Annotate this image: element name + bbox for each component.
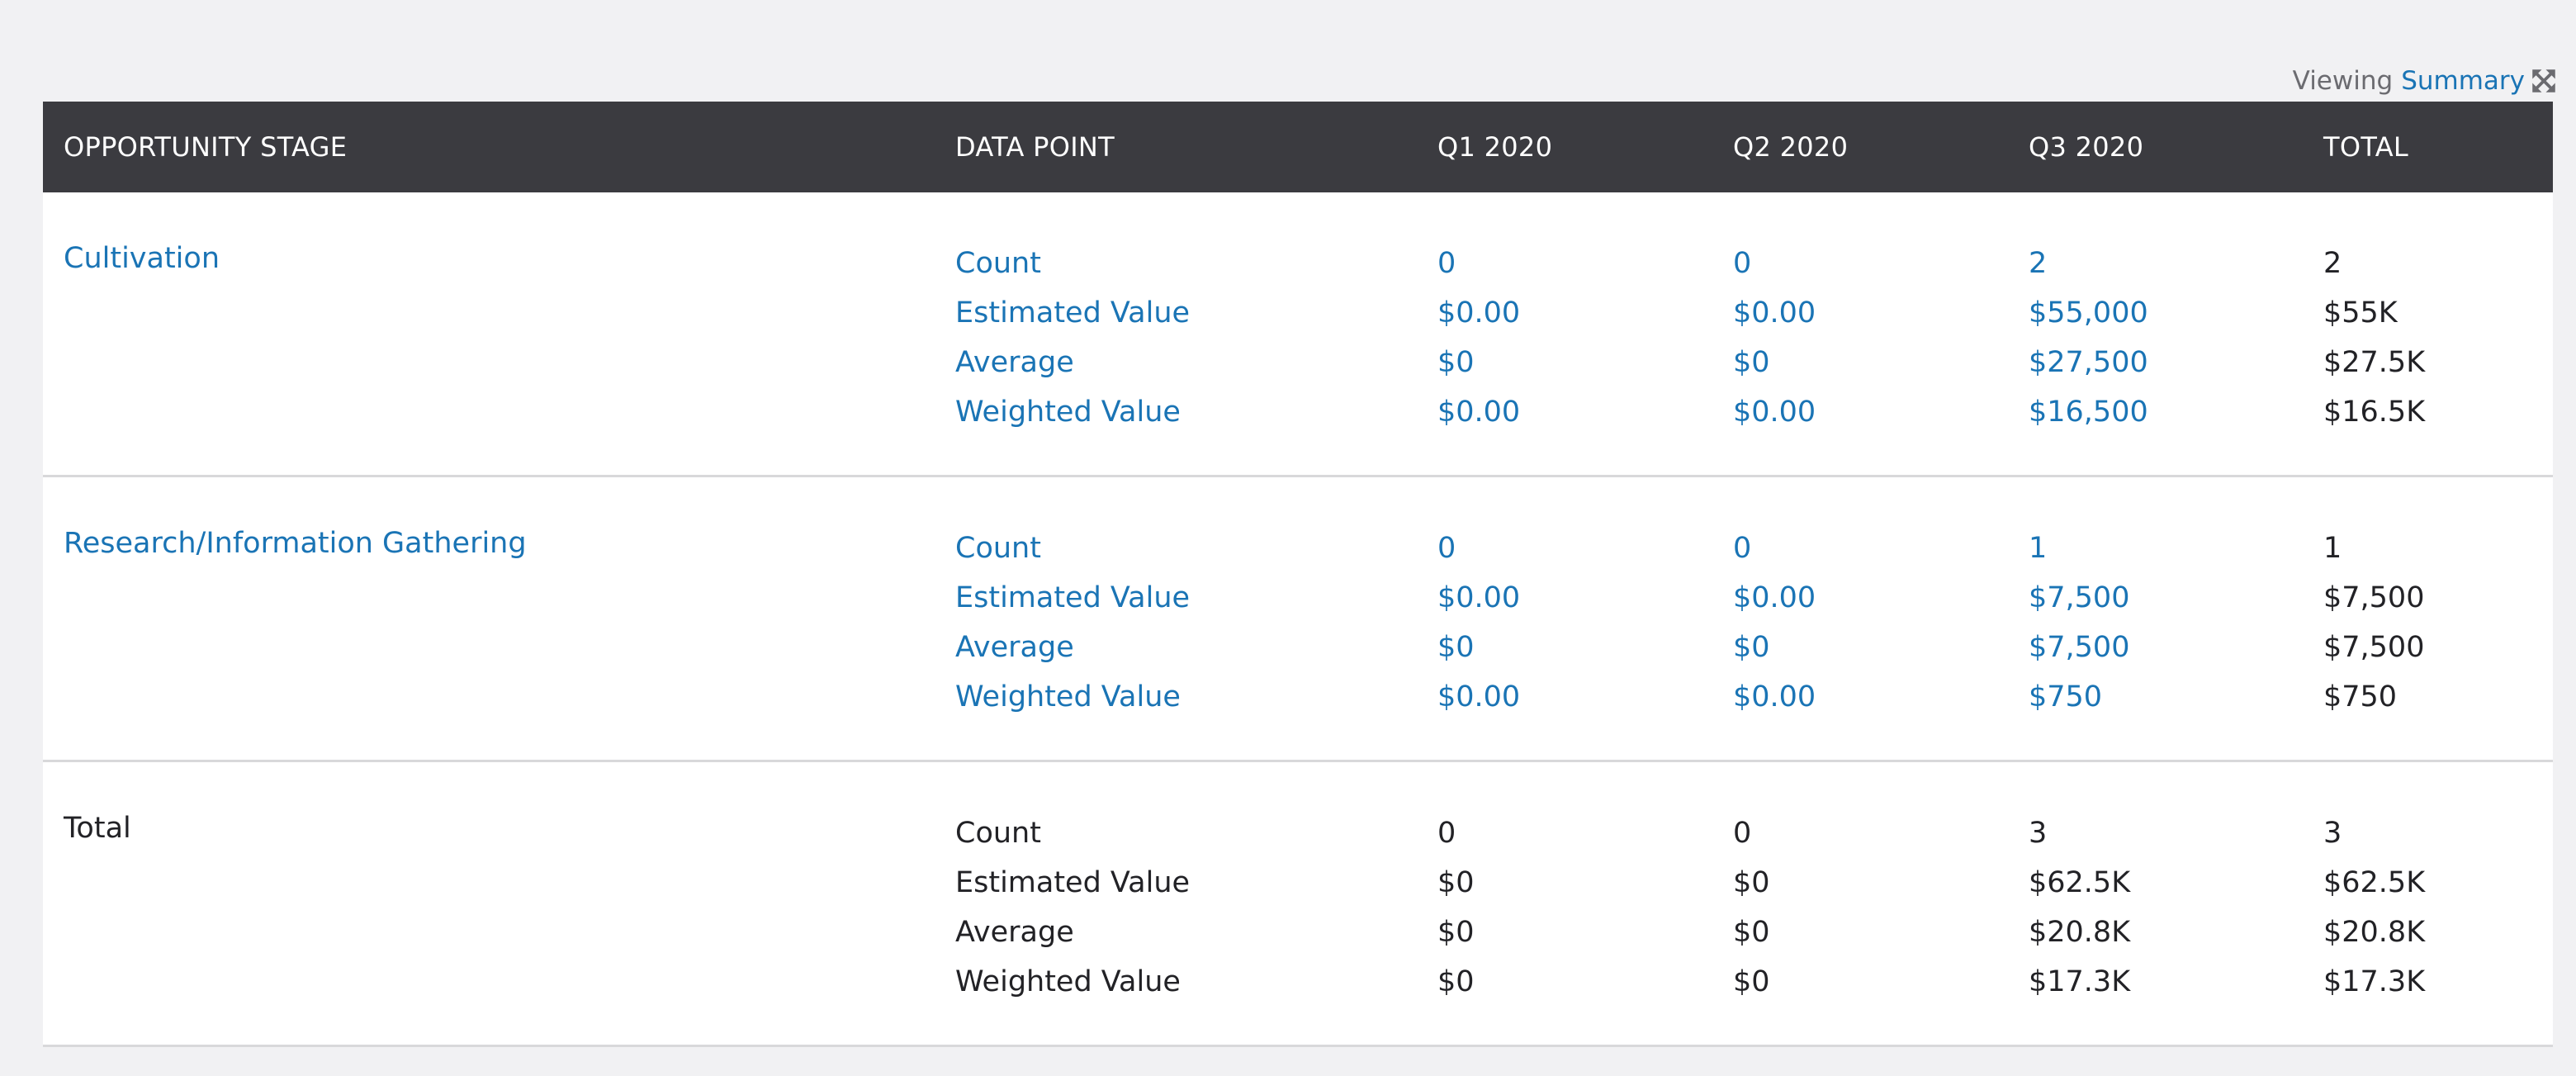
table-cell[interactable]: 1	[2029, 524, 2129, 573]
total-values: 3 $62.5K $20.8K $17.3K	[2323, 808, 2425, 1007]
viewing-toggle: Viewing Summary	[2293, 64, 2556, 97]
col-header-total[interactable]: TOTAL	[2323, 131, 2408, 163]
table-cell[interactable]: 0	[1437, 239, 1520, 288]
table-cell[interactable]: 2	[2029, 239, 2148, 288]
data-point-label: Estimated Value	[955, 866, 1191, 899]
viewing-label: Viewing	[2292, 66, 2394, 96]
data-point-label[interactable]: Count	[955, 524, 1190, 573]
table-cell[interactable]: $0.00	[1733, 387, 1816, 437]
col-header-data-point[interactable]: DATA POINT	[955, 131, 1115, 163]
col-header-opportunity-stage[interactable]: OPPORTUNITY STAGE	[64, 131, 347, 163]
table-cell[interactable]: $0.00	[1437, 672, 1520, 722]
stage-section-cultivation: Cultivation Count Estimated Value Averag…	[43, 192, 2553, 477]
table-header: OPPORTUNITY STAGE DATA POINT Q1 2020 Q2 …	[43, 102, 2553, 192]
table-cell: 3	[2323, 817, 2342, 850]
summary-link[interactable]: Summary	[2401, 66, 2525, 96]
table-cell: $0	[1437, 916, 1475, 949]
table-cell: 0	[1733, 817, 1752, 850]
data-point-list: Count Estimated Value Average Weighted V…	[955, 524, 1190, 722]
table-cell: 3	[2029, 817, 2048, 850]
table-cell[interactable]: $55,000	[2029, 288, 2148, 338]
table-cell[interactable]: 0	[1733, 524, 1816, 573]
table-cell: $17.3K	[2323, 965, 2426, 998]
table-cell[interactable]: $0.00	[1733, 573, 1816, 623]
stage-name: Total	[64, 812, 131, 845]
table-cell[interactable]: $7,500	[2029, 573, 2129, 623]
data-point-label[interactable]: Estimated Value	[955, 288, 1190, 338]
q1-values: 0 $0.00 $0 $0.00	[1437, 239, 1520, 437]
table-cell: $7,500	[2323, 631, 2425, 664]
table-cell: $16.5K	[2323, 396, 2426, 429]
table-cell[interactable]: $0.00	[1437, 387, 1520, 437]
stage-section-total: Total Count Estimated Value Average Weig…	[43, 762, 2553, 1047]
table-cell: $27.5K	[2323, 346, 2426, 379]
col-header-q1-2020[interactable]: Q1 2020	[1437, 131, 1552, 163]
table-cell: $0	[1733, 965, 1770, 998]
table-cell[interactable]: $0	[1437, 623, 1520, 672]
data-point-label[interactable]: Weighted Value	[955, 387, 1190, 437]
data-point-label[interactable]: Count	[955, 239, 1190, 288]
data-point-label: Count	[955, 817, 1041, 850]
data-point-label[interactable]: Average	[955, 623, 1190, 672]
table-cell[interactable]: $27,500	[2029, 338, 2148, 387]
table-cell: $62.5K	[2029, 866, 2131, 899]
data-point-list: Count Estimated Value Average Weighted V…	[955, 808, 1190, 1007]
stage-name[interactable]: Cultivation	[64, 239, 220, 278]
data-point-list: Count Estimated Value Average Weighted V…	[955, 239, 1190, 437]
data-point-label: Weighted Value	[955, 965, 1181, 998]
table-cell[interactable]: $7,500	[2029, 623, 2129, 672]
total-values: 2 $55K $27.5K $16.5K	[2323, 239, 2425, 437]
table-cell[interactable]: $0.00	[1733, 672, 1816, 722]
opportunity-report-table: OPPORTUNITY STAGE DATA POINT Q1 2020 Q2 …	[43, 102, 2553, 1047]
stage-section-research: Research/Information Gathering Count Est…	[43, 477, 2553, 762]
table-cell: $62.5K	[2323, 866, 2426, 899]
q1-values: 0 $0 $0 $0	[1437, 808, 1475, 1007]
table-cell: 1	[2323, 532, 2342, 565]
table-cell: $7,500	[2323, 581, 2425, 614]
table-cell[interactable]: $16,500	[2029, 387, 2148, 437]
data-point-label[interactable]: Average	[955, 338, 1190, 387]
q3-values: 2 $55,000 $27,500 $16,500	[2029, 239, 2148, 437]
table-cell[interactable]: $0.00	[1437, 573, 1520, 623]
total-values: 1 $7,500 $7,500 $750	[2323, 524, 2424, 722]
table-cell: $0	[1733, 916, 1770, 949]
table-cell[interactable]: 0	[1437, 524, 1520, 573]
table-cell: $20.8K	[2323, 916, 2426, 949]
table-cell[interactable]: $750	[2029, 672, 2129, 722]
stage-name[interactable]: Research/Information Gathering	[64, 524, 527, 563]
table-cell[interactable]: $0.00	[1437, 288, 1520, 338]
expand-arrows-icon[interactable]	[2531, 69, 2556, 93]
table-cell: $0	[1437, 866, 1475, 899]
q2-values: 0 $0.00 $0 $0.00	[1733, 524, 1816, 722]
table-cell[interactable]: $0	[1733, 338, 1816, 387]
table-cell[interactable]: $0	[1437, 338, 1520, 387]
col-header-q2-2020[interactable]: Q2 2020	[1733, 131, 1848, 163]
table-cell: 0	[1437, 817, 1456, 850]
q3-values: 1 $7,500 $7,500 $750	[2029, 524, 2129, 722]
q2-values: 0 $0 $0 $0	[1733, 808, 1770, 1007]
table-cell: $0	[1437, 965, 1475, 998]
col-header-q3-2020[interactable]: Q3 2020	[2029, 131, 2143, 163]
table-cell: $20.8K	[2029, 916, 2131, 949]
q2-values: 0 $0.00 $0 $0.00	[1733, 239, 1816, 437]
q3-values: 3 $62.5K $20.8K $17.3K	[2029, 808, 2130, 1007]
table-cell: $55K	[2323, 296, 2398, 329]
table-cell: $750	[2323, 680, 2398, 713]
table-cell: 2	[2323, 247, 2342, 280]
table-cell[interactable]: $0	[1733, 623, 1816, 672]
data-point-label[interactable]: Weighted Value	[955, 672, 1190, 722]
table-cell: $17.3K	[2029, 965, 2131, 998]
table-cell[interactable]: $0.00	[1733, 288, 1816, 338]
table-cell: $0	[1733, 866, 1770, 899]
data-point-label: Average	[955, 916, 1074, 949]
data-point-label[interactable]: Estimated Value	[955, 573, 1190, 623]
table-cell[interactable]: 0	[1733, 239, 1816, 288]
q1-values: 0 $0.00 $0 $0.00	[1437, 524, 1520, 722]
